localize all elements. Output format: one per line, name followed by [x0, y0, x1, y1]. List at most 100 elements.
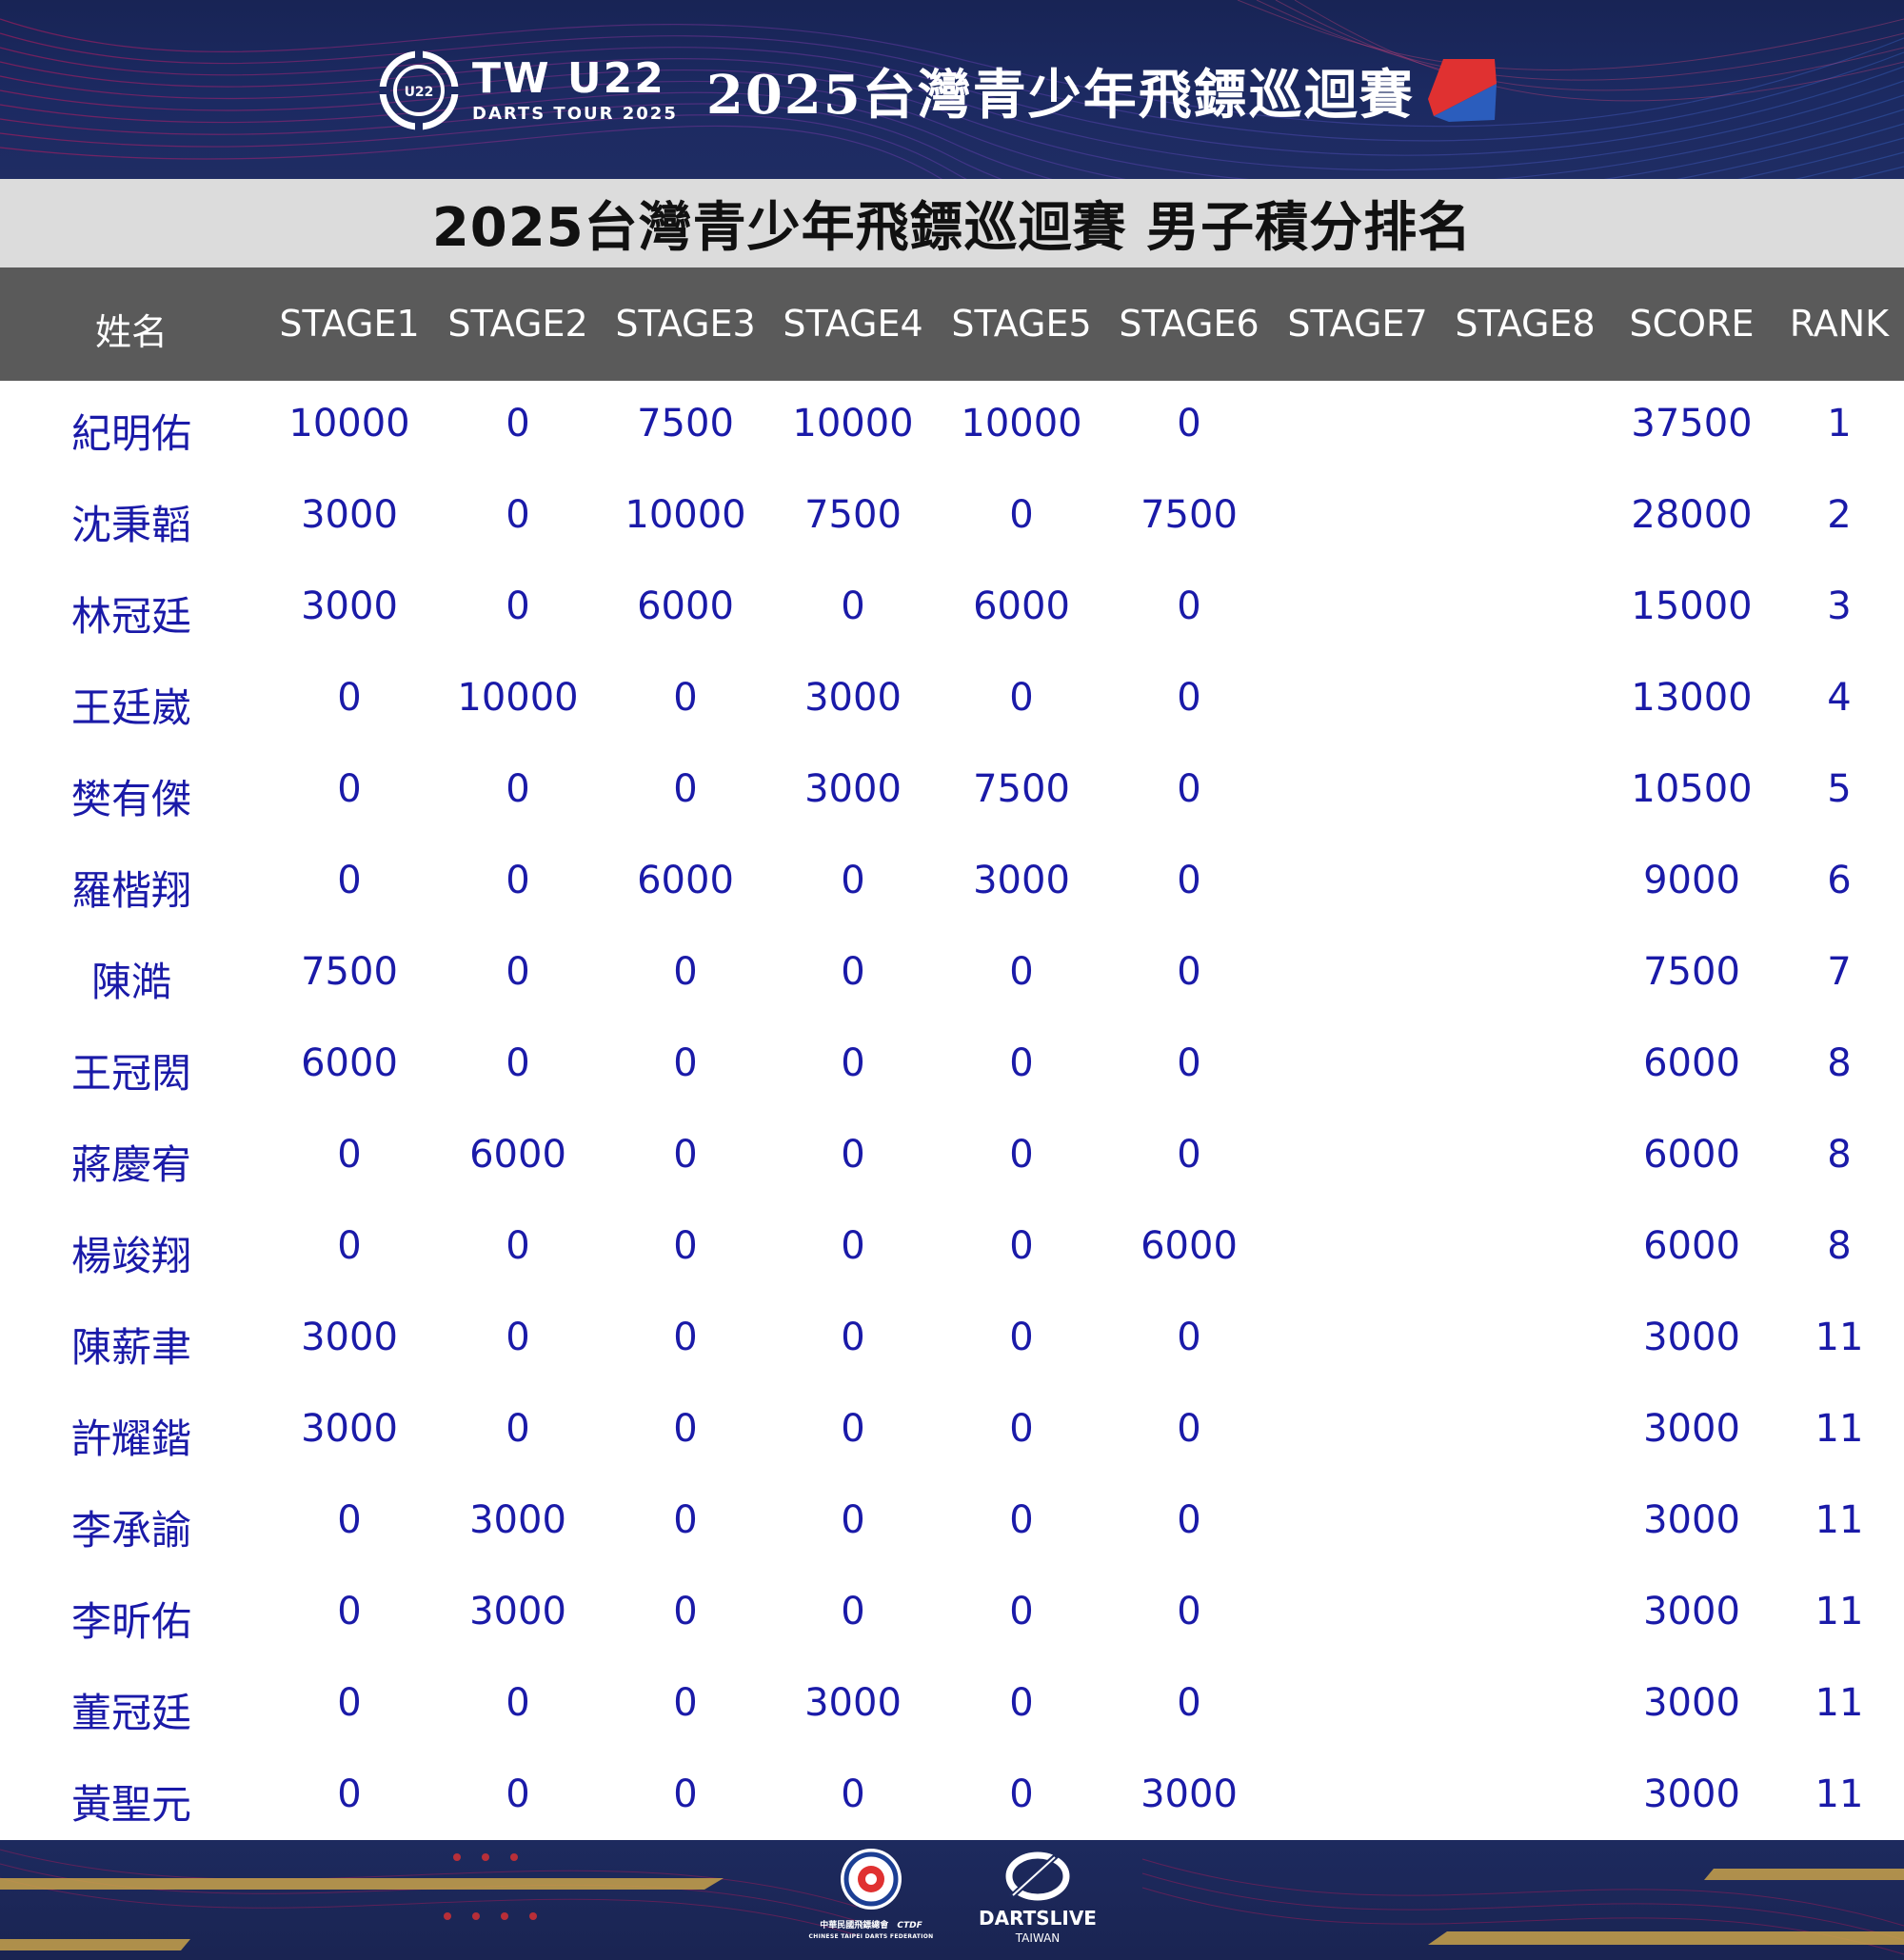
total-score-cell: 6000: [1643, 1224, 1740, 1268]
stage2-score-cell: 0: [506, 1407, 530, 1451]
brand-sub-text: DARTS TOUR 2025: [472, 104, 678, 124]
total-score-cell: 3000: [1643, 1681, 1740, 1725]
stage1-score-cell: 0: [337, 1498, 362, 1542]
stage6-score-cell: 0: [1177, 1498, 1201, 1542]
table-body: 紀明佑 10000 0 7500 10000 10000 0 37500 1 沈秉韜 3000 0 10…: [0, 381, 1904, 1840]
page-title: 2025台灣青少年飛鏢巡迴賽 男子積分排名: [431, 197, 1473, 259]
stage1-score-cell: 3000: [301, 1407, 398, 1451]
stage5-score-cell: 3000: [973, 859, 1070, 902]
table-row: 林冠廷 3000 0 6000 0 6000 0 15000 3: [0, 564, 1904, 655]
dartslive-region: TAIWAN: [1015, 1931, 1061, 1945]
stage3-score-cell: 6000: [637, 584, 734, 628]
total-score-cell: 6000: [1643, 1133, 1740, 1177]
dartslive-logo: DARTSLIVE TAIWAN: [971, 1850, 1104, 1956]
title-strip: 2025台灣青少年飛鏢巡迴賽 男子積分排名: [0, 179, 1904, 267]
player-name-cell: 沈秉韜: [70, 502, 192, 548]
rank-cell: 8: [1827, 1133, 1852, 1177]
ctdf-chinese-name: 中華民國飛鏢總會: [820, 1921, 889, 1930]
stage2-score-cell: 0: [506, 1041, 530, 1085]
stage4-score-cell: 0: [841, 1316, 865, 1359]
footer-banner: 中華民國飛鏢總會 CTDF CHINESE TAIPEI DARTS FEDER…: [0, 1840, 1904, 1960]
table-row: 陳薪聿 3000 0 0 0 0 0 3000 11: [0, 1295, 1904, 1386]
stage1-score-cell: 3000: [301, 493, 398, 537]
stage3-score-cell: 7500: [637, 402, 734, 445]
stage1-score-cell: 0: [337, 1133, 362, 1177]
header-name: 姓名: [94, 311, 169, 353]
stage1-score-cell: 0: [337, 1772, 362, 1816]
rank-cell: 11: [1815, 1772, 1864, 1816]
total-score-cell: 3000: [1643, 1590, 1740, 1633]
rank-cell: 3: [1827, 584, 1852, 628]
player-name-cell: 黃聖元: [70, 1781, 192, 1828]
total-score-cell: 13000: [1631, 676, 1753, 720]
stage5-score-cell: 0: [1009, 1590, 1034, 1633]
stage1-score-cell: 0: [337, 859, 362, 902]
stage4-score-cell: 0: [841, 1498, 865, 1542]
stage2-score-cell: 3000: [469, 1590, 566, 1633]
stage5-score-cell: 0: [1009, 1498, 1034, 1542]
stage3-score-cell: 0: [673, 1498, 698, 1542]
stage2-score-cell: 0: [506, 584, 530, 628]
stage4-score-cell: 7500: [804, 493, 902, 537]
stage2-score-cell: 0: [506, 402, 530, 445]
stage5-score-cell: 0: [1009, 1224, 1034, 1268]
total-score-cell: 7500: [1643, 950, 1740, 994]
table-row: 紀明佑 10000 0 7500 10000 10000 0 37500 1: [0, 381, 1904, 472]
rank-cell: 11: [1815, 1316, 1864, 1359]
header-stage8: STAGE8: [1455, 303, 1596, 345]
stage2-score-cell: 0: [506, 1681, 530, 1725]
player-name-cell: 紀明佑: [70, 410, 192, 457]
ranking-page: U22 TW U22 DARTS TOUR 2025 2025台灣青少年飛鏢巡迴…: [0, 0, 1904, 1960]
stage4-score-cell: 0: [841, 1133, 865, 1177]
stage6-score-cell: 0: [1177, 950, 1201, 994]
stage2-score-cell: 0: [506, 1316, 530, 1359]
stage3-score-cell: 0: [673, 1590, 698, 1633]
stage3-score-cell: 0: [673, 950, 698, 994]
total-score-cell: 3000: [1643, 1407, 1740, 1451]
stage5-score-cell: 0: [1009, 493, 1034, 537]
rank-cell: 5: [1827, 767, 1852, 811]
rank-cell: 11: [1815, 1498, 1864, 1542]
stage3-score-cell: 10000: [625, 493, 746, 537]
player-name-cell: 許耀鍇: [70, 1416, 192, 1462]
stage1-score-cell: 0: [337, 1224, 362, 1268]
table-row: 黃聖元 0 0 0 0 0 3000 3000 11: [0, 1752, 1904, 1843]
player-name-cell: 陳薪聿: [70, 1324, 192, 1371]
stage5-score-cell: 0: [1009, 1133, 1034, 1177]
brand-wordmark: TW U22 DARTS TOUR 2025: [472, 58, 678, 123]
stage3-score-cell: 0: [673, 1316, 698, 1359]
total-score-cell: 37500: [1631, 402, 1753, 445]
stage2-score-cell: 0: [506, 1772, 530, 1816]
stage4-score-cell: 0: [841, 1224, 865, 1268]
player-name-cell: 王冠閎: [70, 1050, 192, 1097]
stage2-score-cell: 0: [506, 493, 530, 537]
stage1-score-cell: 0: [337, 676, 362, 720]
player-name-cell: 羅楷翔: [70, 867, 192, 914]
player-name-cell: 樊有傑: [70, 776, 192, 822]
stage4-score-cell: 0: [841, 859, 865, 902]
table-row: 蔣慶宥 0 6000 0 0 0 0 6000 8: [0, 1112, 1904, 1203]
table-row: 許耀鍇 3000 0 0 0 0 0 3000 11: [0, 1386, 1904, 1477]
table-row: 董冠廷 0 0 0 3000 0 0 3000 11: [0, 1660, 1904, 1752]
ctdf-english-name: CHINESE TAIPEI DARTS FEDERATION: [808, 1933, 934, 1940]
table-row: 李昕佑 0 3000 0 0 0 0 3000 11: [0, 1569, 1904, 1660]
stage4-score-cell: 0: [841, 1590, 865, 1633]
stage5-score-cell: 0: [1009, 1772, 1034, 1816]
rank-cell: 6: [1827, 859, 1852, 902]
stage3-score-cell: 0: [673, 1224, 698, 1268]
stage2-score-cell: 3000: [469, 1498, 566, 1542]
stage6-score-cell: 6000: [1140, 1224, 1238, 1268]
stage1-score-cell: 10000: [288, 402, 410, 445]
stage4-score-cell: 10000: [792, 402, 914, 445]
table-row: 王冠閎 6000 0 0 0 0 0 6000 8: [0, 1020, 1904, 1112]
player-name-cell: 李昕佑: [70, 1598, 192, 1645]
stage1-score-cell: 3000: [301, 1316, 398, 1359]
stage5-score-cell: 0: [1009, 1041, 1034, 1085]
total-score-cell: 28000: [1631, 493, 1753, 537]
flag-shape-icon: [1427, 59, 1497, 122]
rank-cell: 4: [1827, 676, 1852, 720]
header-stage2: STAGE2: [447, 303, 588, 345]
stage4-score-cell: 3000: [804, 1681, 902, 1725]
stage6-score-cell: 0: [1177, 859, 1201, 902]
stage4-score-cell: 3000: [804, 767, 902, 811]
